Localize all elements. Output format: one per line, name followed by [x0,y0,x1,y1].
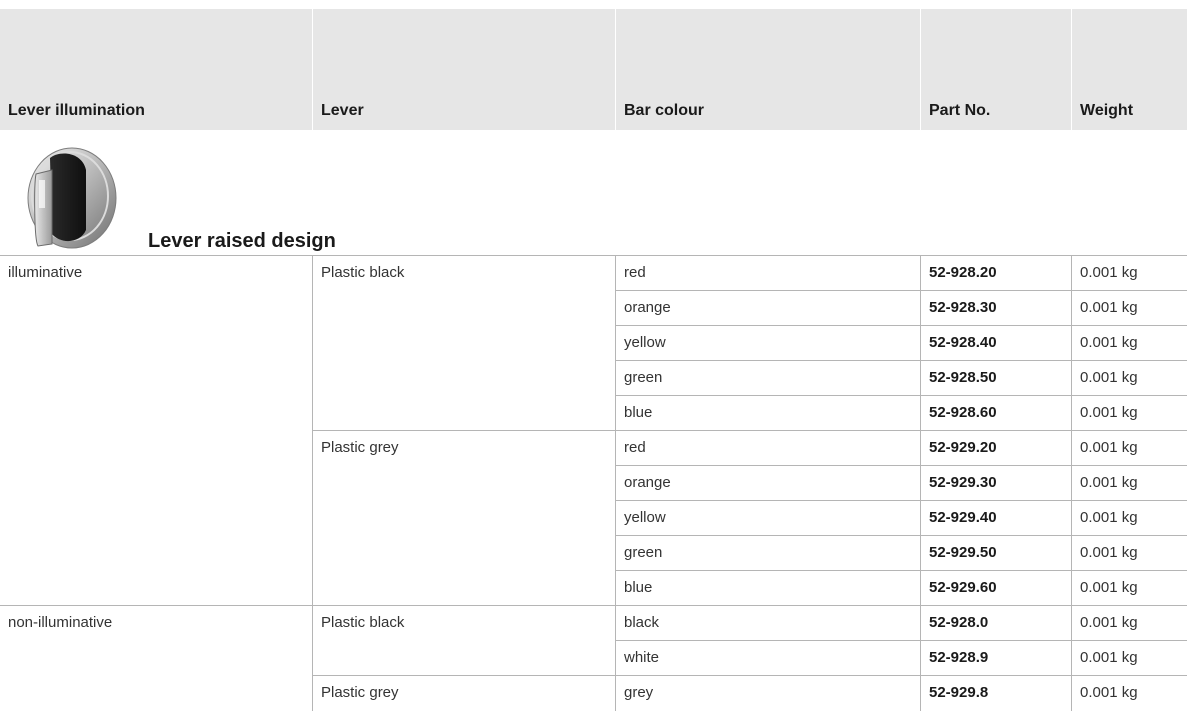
cell-illumination [0,536,312,571]
table-header: Lever illumination Lever Bar colour Part… [0,9,1187,130]
table-row: Plastic grey grey 52-929.8 0.001 kg [0,676,1187,711]
cell-bar-colour: blue [615,396,920,431]
cell-weight: 0.001 kg [1071,326,1187,361]
header-weight-label: Weight [1080,102,1134,119]
cell-illumination: illuminative [8,264,83,281]
header-lever-illumination-label: Lever illumination [8,102,145,119]
cell-part-no: 52-929.50 [920,536,1071,571]
cell-weight: 0.001 kg [1071,536,1187,571]
header-bar-colour: Bar colour [615,9,920,130]
cell-lever [312,396,615,431]
cell-part-no: 52-929.30 [920,466,1071,501]
table-row: blue 52-928.60 0.001 kg [0,396,1187,431]
cell-lever [312,641,615,676]
cell-weight: 0.001 kg [1071,431,1187,466]
cell-bar-colour: green [615,536,920,571]
table-row: blue 52-929.60 0.001 kg [0,571,1187,606]
cell-lever [312,536,615,571]
cell-illumination [0,676,312,711]
cell-weight: 0.001 kg [1071,641,1187,676]
cell-lever [312,291,615,326]
header-lever: Lever [312,9,615,130]
cell-bar-colour: green [615,361,920,396]
cell-bar-colour: yellow [615,501,920,536]
cell-bar-colour: grey [615,676,920,711]
cell-bar-colour: red [615,256,920,291]
cell-bar-colour: orange [615,466,920,501]
cell-weight: 0.001 kg [1071,256,1187,291]
cell-bar-colour: white [615,641,920,676]
cell-part-no: 52-929.60 [920,571,1071,606]
cell-lever [312,571,615,606]
cell-bar-colour: blue [615,571,920,606]
table-row: green 52-929.50 0.001 kg [0,536,1187,571]
table-row: orange 52-928.30 0.001 kg [0,291,1187,326]
table-row: illuminative Plastic black red 52-928.20… [0,256,1187,291]
cell-lever [312,501,615,536]
table-row: orange 52-929.30 0.001 kg [0,466,1187,501]
cell-illumination [0,326,312,361]
cell-lever [312,466,615,501]
cell-illumination: non-illuminative [8,614,113,631]
header-bar-colour-label: Bar colour [624,102,705,119]
cell-weight: 0.001 kg [1071,676,1187,711]
cell-illumination [0,361,312,396]
header-lever-illumination: Lever illumination [0,9,312,130]
cell-bar-colour: orange [615,291,920,326]
cell-weight: 0.001 kg [1071,606,1187,641]
catalog-table: Lever illumination Lever Bar colour Part… [0,0,1187,711]
cell-part-no: 52-929.20 [920,431,1071,466]
table-row: Plastic grey red 52-929.20 0.001 kg [0,431,1187,466]
cell-illumination [0,431,312,466]
cell-weight: 0.001 kg [1071,571,1187,606]
cell-part-no: 52-928.60 [920,396,1071,431]
cell-part-no: 52-929.8 [920,676,1071,711]
cell-lever [312,326,615,361]
cell-part-no: 52-928.50 [920,361,1071,396]
cell-weight: 0.001 kg [1071,501,1187,536]
cell-weight: 0.001 kg [1071,396,1187,431]
cell-lever [312,361,615,396]
cell-illumination [0,641,312,676]
table-row: yellow 52-929.40 0.001 kg [0,501,1187,536]
cell-part-no: 52-928.40 [920,326,1071,361]
cell-illumination [0,291,312,326]
cell-part-no: 52-928.30 [920,291,1071,326]
table-row: green 52-928.50 0.001 kg [0,361,1187,396]
cell-part-no: 52-928.0 [920,606,1071,641]
cell-weight: 0.001 kg [1071,361,1187,396]
cell-illumination [0,466,312,501]
product-banner: Lever raised design [0,130,1187,256]
header-part-no: Part No. [920,9,1071,130]
header-part-no-label: Part No. [929,102,991,119]
table-row: yellow 52-928.40 0.001 kg [0,326,1187,361]
cell-lever: Plastic black [312,256,615,291]
cell-weight: 0.001 kg [1071,291,1187,326]
cell-part-no: 52-929.40 [920,501,1071,536]
header-weight: Weight [1071,9,1187,130]
cell-part-no: 52-928.20 [920,256,1071,291]
table-row: white 52-928.9 0.001 kg [0,641,1187,676]
table-row: non-illuminative Plastic black black 52-… [0,606,1187,641]
cell-illumination [0,571,312,606]
cell-illumination [0,396,312,431]
header-lever-label: Lever [321,102,364,119]
cell-lever: Plastic grey [312,431,615,466]
cell-part-no: 52-928.9 [920,641,1071,676]
lever-knob-image [27,147,117,249]
cell-illumination [0,501,312,536]
cell-bar-colour: red [615,431,920,466]
section-title: Lever raised design [148,230,336,252]
cell-bar-colour: black [615,606,920,641]
cell-lever: Plastic black [312,606,615,641]
cell-bar-colour: yellow [615,326,920,361]
cell-weight: 0.001 kg [1071,466,1187,501]
cell-lever: Plastic grey [312,676,615,711]
